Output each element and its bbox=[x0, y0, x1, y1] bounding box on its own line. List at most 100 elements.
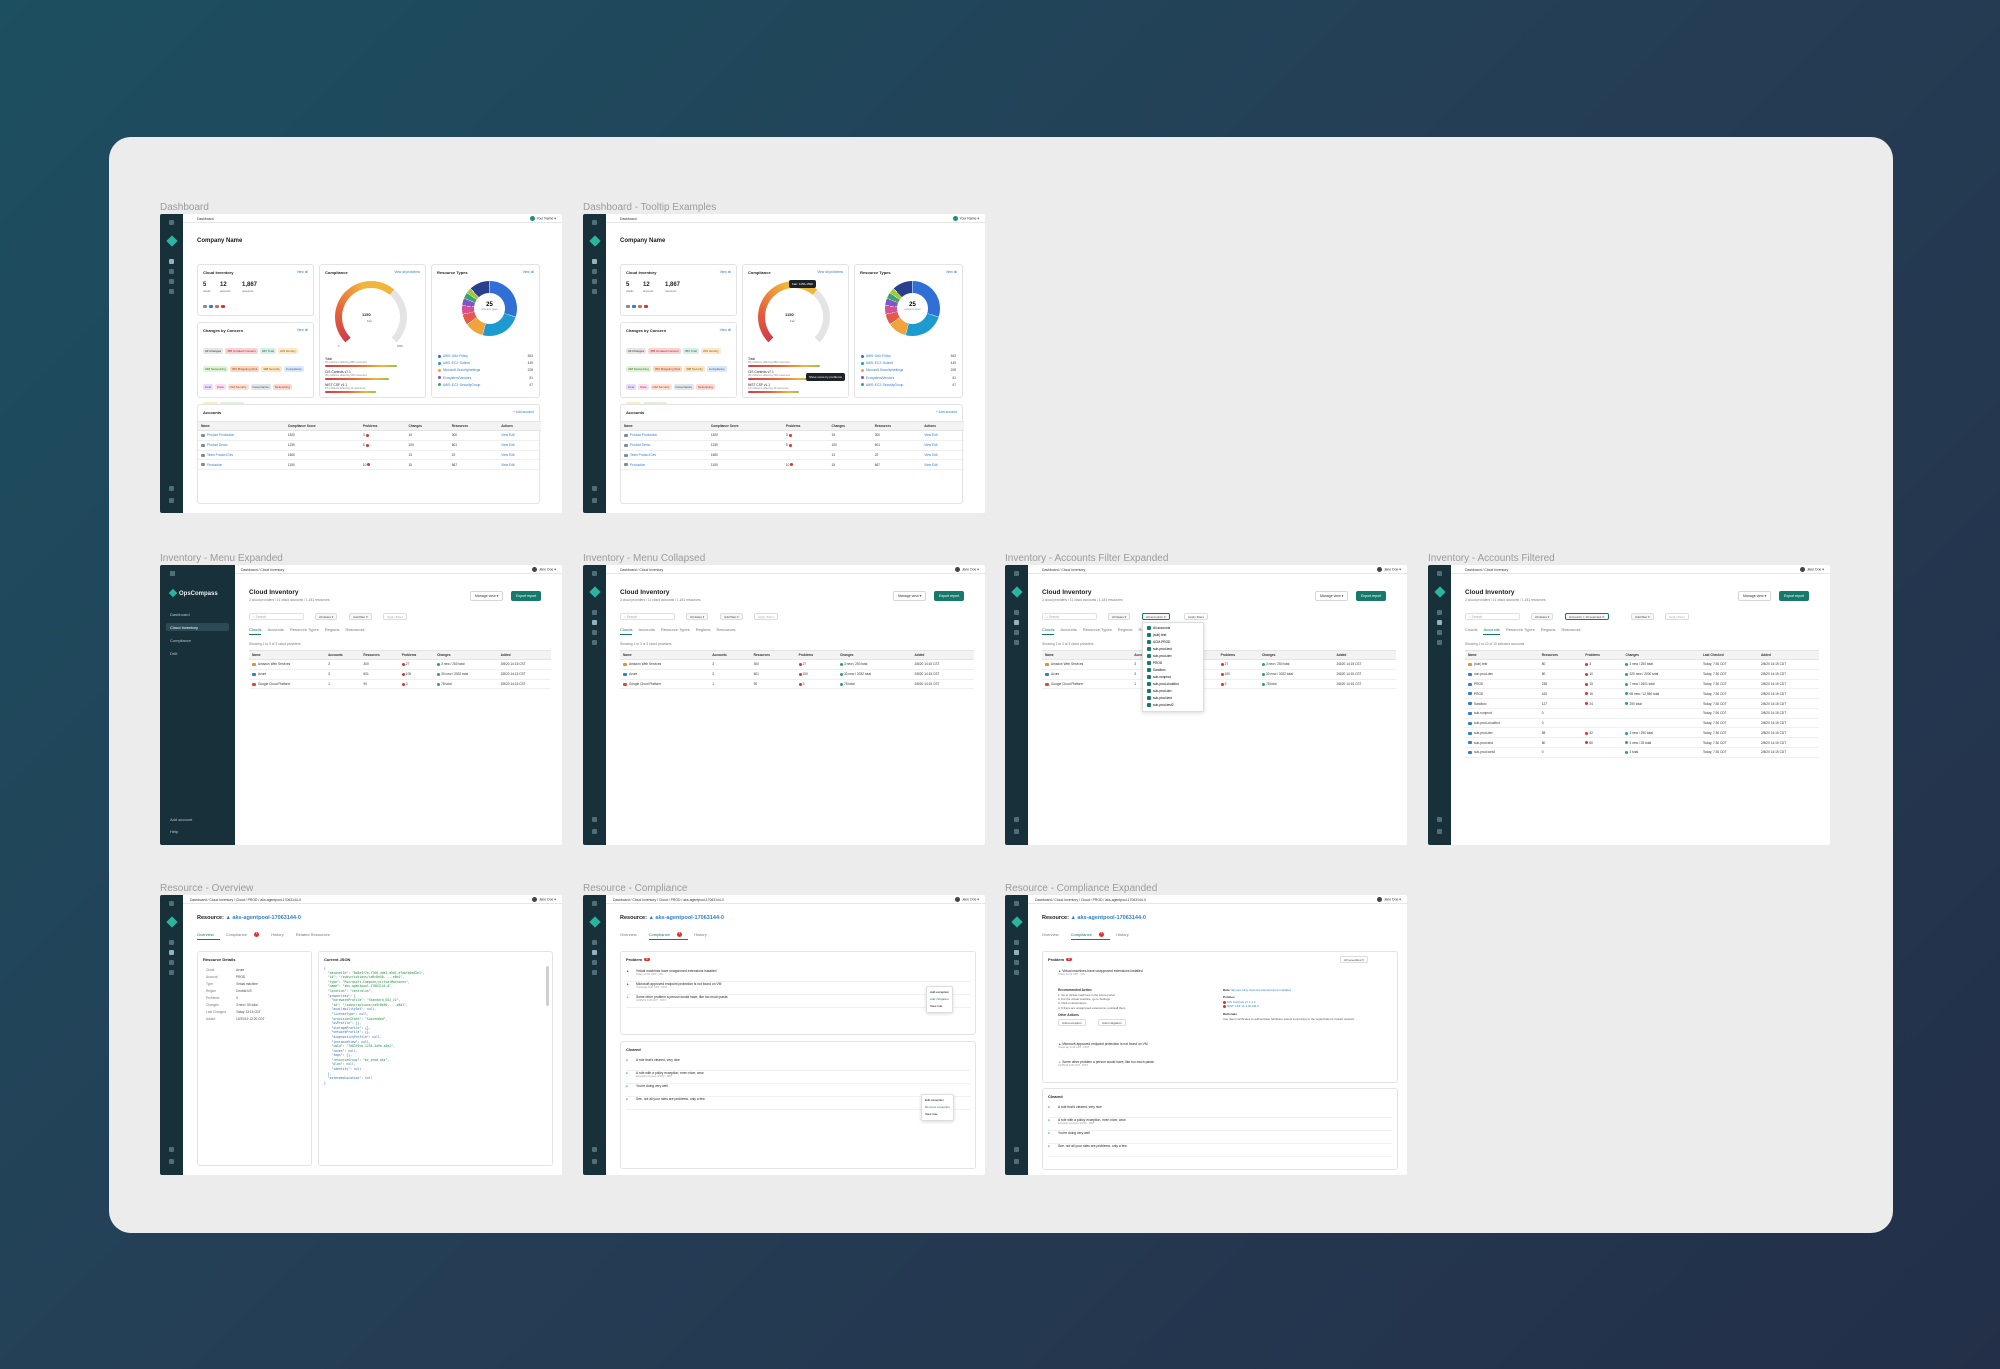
add-mitigation-item[interactable]: Add mitigation bbox=[930, 996, 949, 1003]
cloud-icon[interactable] bbox=[1014, 620, 1019, 625]
frame-dashboard-tooltip[interactable]: Dashboard - Tooltip Examples Dashboard Y… bbox=[583, 202, 985, 513]
view-rule-item[interactable]: View rule bbox=[925, 1111, 950, 1118]
frame-resource-overview[interactable]: Resource - Overview Dashboard / Cloud In… bbox=[160, 883, 562, 1175]
home-icon[interactable] bbox=[1014, 940, 1019, 945]
account-name[interactable]: Sandbox bbox=[1474, 702, 1487, 706]
table-row[interactable]: non-prod-dev 80 10 320 new / 2000 total Toda… bbox=[1465, 669, 1819, 680]
tab-accounts[interactable]: Accounts bbox=[638, 627, 654, 634]
account-option[interactable]: sub-prod-dev bbox=[1147, 653, 1199, 660]
account-link[interactable]: Product Production bbox=[207, 433, 234, 437]
accounts-filter[interactable]: All accounts ✕ bbox=[1142, 613, 1171, 620]
tab-overview[interactable]: Overview bbox=[197, 932, 220, 940]
account-name[interactable]: PROD bbox=[1474, 692, 1483, 696]
edit-link[interactable]: Edit bbox=[509, 443, 515, 447]
scrollbar[interactable] bbox=[546, 966, 549, 1006]
table-cell[interactable]: Production bbox=[621, 459, 708, 471]
home-icon[interactable] bbox=[169, 940, 174, 945]
resource-type-name[interactable]: AWS::EC2::Subnet bbox=[866, 361, 893, 365]
column-header[interactable]: Accounts bbox=[709, 650, 751, 660]
account-link[interactable]: Production bbox=[630, 463, 645, 467]
concern-tag[interactable]: 398 Security bbox=[684, 366, 705, 372]
tab-resources[interactable]: Resources bbox=[716, 627, 735, 634]
checkbox-checked-icon[interactable] bbox=[1147, 689, 1151, 694]
cleared-title[interactable]: See, not all your rules are problems, on… bbox=[1058, 1144, 1127, 1148]
cloud-name[interactable]: Azure bbox=[258, 672, 266, 676]
cloud-name[interactable]: Google Cloud Platform bbox=[1051, 682, 1083, 686]
export-report-button[interactable]: Export report bbox=[511, 591, 542, 601]
table-row[interactable]: Azure 3601 100 30 new / 3032 total 2/8/20 14… bbox=[249, 669, 551, 680]
checkbox-checked-icon[interactable] bbox=[1147, 647, 1151, 652]
add-icon[interactable] bbox=[169, 1147, 174, 1152]
table-row[interactable]: sub-prod-dev 58 42 3 new / 250 total Today, … bbox=[1465, 727, 1819, 739]
frame-inventory-menu-collapsed[interactable]: Inventory - Menu Collapsed Dashboard / C… bbox=[583, 553, 985, 845]
frame-dashboard[interactable]: Dashboard Dashboard Your Name ▾ Company … bbox=[160, 202, 562, 513]
user-menu[interactable]: Your Name ▾ bbox=[952, 216, 979, 221]
drift-icon[interactable] bbox=[169, 289, 174, 294]
add-mitigation-button[interactable]: Add mitigation bbox=[1098, 1019, 1126, 1026]
problem-row[interactable]: ▲ Virtual machines have unapproved extens… bbox=[626, 969, 970, 982]
column-header[interactable]: Problems bbox=[398, 650, 435, 660]
frame-resource-compliance[interactable]: Resource - Compliance Dashboard / Cloud … bbox=[583, 883, 985, 1175]
view-link[interactable]: View bbox=[501, 453, 508, 457]
cleared-row[interactable]: ● A rule with a policy exception, even ni… bbox=[1048, 1118, 1392, 1131]
user-menu[interactable]: Your Name ▾ bbox=[529, 216, 556, 221]
column-header[interactable]: Problems bbox=[1582, 650, 1623, 660]
table-row[interactable]: Sandbox 127 24 290 total Today, 7:30 CDT 2/8/… bbox=[1465, 698, 1819, 709]
help-icon[interactable] bbox=[592, 829, 597, 834]
tab-resource-types[interactable]: Resource Types bbox=[661, 627, 690, 634]
cloud-icon[interactable] bbox=[1437, 620, 1442, 625]
column-header[interactable]: Compliance Score bbox=[284, 421, 360, 431]
table-row[interactable]: Production 1150 10 15 667 View Edit bbox=[621, 459, 964, 471]
resource-type-name[interactable]: AWS::IAM::Policy bbox=[443, 354, 468, 358]
cleared-title[interactable]: A rule that's cleared, very nice bbox=[636, 1058, 680, 1062]
cleared-row[interactable]: ● A rule with a policy exception, even ni… bbox=[626, 1071, 970, 1084]
sidebar-item-add-account[interactable]: Add account bbox=[166, 815, 229, 823]
search-input[interactable]: ⌕ Search bbox=[1042, 613, 1097, 620]
resource-type-link[interactable]: Ecosystem/Vendors bbox=[438, 375, 480, 382]
tab-accounts[interactable]: Accounts bbox=[1060, 627, 1076, 634]
table-row[interactable]: Google Cloud Platform 190 3 78 total 2/8/20 … bbox=[620, 679, 974, 690]
policy-link[interactable]: NIST CSF v1.1 ID.AM-2 bbox=[1227, 1004, 1259, 1008]
concern-tag[interactable]: Cost bbox=[626, 384, 637, 390]
table-cell[interactable]: Team Product Dev bbox=[621, 450, 708, 461]
cloud-icon[interactable] bbox=[592, 269, 597, 274]
tab-label[interactable]: Overview bbox=[197, 932, 214, 939]
user-menu[interactable]: Jane Doe ▾ bbox=[531, 567, 556, 572]
view-rule-item[interactable]: View rule bbox=[930, 1003, 949, 1010]
search-input[interactable]: ⌕ Search bbox=[1465, 613, 1520, 620]
view-all-problems-link[interactable]: View all problems bbox=[817, 270, 843, 274]
account-link[interactable]: Product Demo bbox=[630, 443, 650, 447]
cloud-name[interactable]: Azure bbox=[1051, 672, 1059, 676]
cloud-icon[interactable] bbox=[1014, 950, 1019, 955]
resource-type-link[interactable]: AWS::EC2::Subnet bbox=[438, 360, 480, 367]
column-header[interactable]: Resources bbox=[448, 421, 499, 431]
search-input[interactable]: ⌕ Search bbox=[620, 613, 675, 620]
checkbox-checked-icon[interactable] bbox=[1147, 661, 1151, 666]
concern-tag[interactable]: 398 Networking bbox=[626, 366, 651, 372]
add-exception-button[interactable]: Add exception bbox=[1058, 1019, 1086, 1026]
view-link[interactable]: View bbox=[501, 443, 508, 447]
view-link[interactable]: View bbox=[924, 443, 931, 447]
tab-regions[interactable]: Regions bbox=[1118, 627, 1133, 634]
tab-history[interactable]: History bbox=[1116, 932, 1134, 939]
checkbox-checked-icon[interactable] bbox=[1147, 675, 1151, 680]
tab-label[interactable]: History bbox=[694, 932, 706, 939]
resource-type-link[interactable]: AWS::EC2::SecurityGroup bbox=[861, 382, 903, 389]
checkbox-checked-icon[interactable] bbox=[1147, 703, 1151, 708]
tab-resource-types[interactable]: Resource Types bbox=[290, 627, 319, 634]
tab-label[interactable]: Compliance bbox=[1071, 932, 1092, 939]
apply-filters-button[interactable]: Apply filters bbox=[754, 613, 778, 620]
view-all-link[interactable]: View all bbox=[720, 270, 731, 274]
add-filter-button[interactable]: Add filter ▾ bbox=[349, 613, 372, 620]
tab-resources[interactable]: Resources bbox=[1561, 627, 1580, 634]
table-row[interactable]: Product Demo 1230 5 100 601 View Edit bbox=[198, 440, 541, 451]
table-row[interactable]: PROD 238 15 7 new / 2601 total Today, 7:30 C… bbox=[1465, 679, 1819, 690]
cleared-title[interactable]: You're doing very well bbox=[636, 1084, 668, 1088]
view-all-link[interactable]: View all bbox=[297, 270, 308, 274]
frame-accounts-filtered[interactable]: Inventory - Accounts Filtered Dashboard … bbox=[1428, 553, 1830, 845]
sidebar-item-compliance[interactable]: Compliance bbox=[166, 636, 229, 644]
account-link[interactable]: Team Product Dev bbox=[207, 453, 233, 457]
date-filter[interactable]: All dates ▾ bbox=[686, 613, 709, 620]
shield-icon[interactable] bbox=[592, 279, 597, 284]
inventory-tabs[interactable]: Clouds Accounts Resource Types Regions Resou… bbox=[620, 627, 742, 635]
